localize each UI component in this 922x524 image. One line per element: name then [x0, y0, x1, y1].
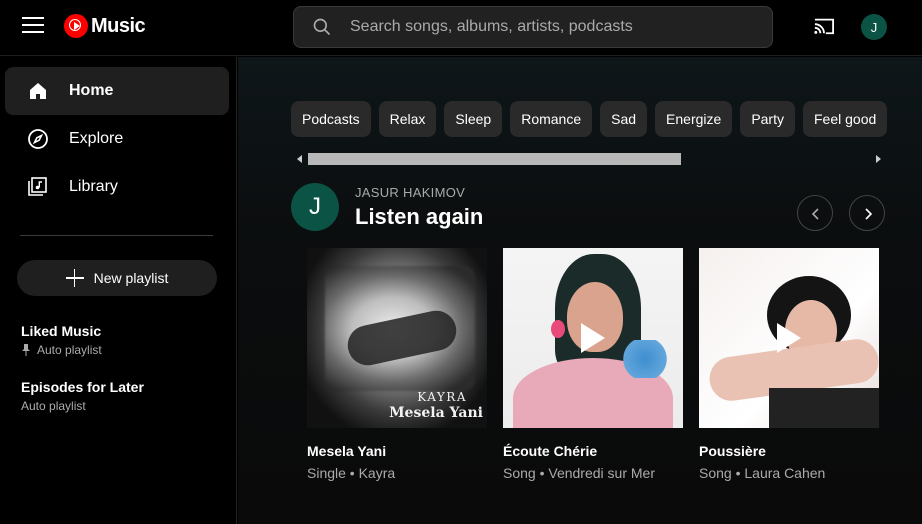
sidebar-item-label: Explore [69, 130, 124, 147]
play-icon[interactable] [777, 323, 801, 353]
sidebar-item-label: Home [69, 82, 114, 99]
album-art-shape [769, 388, 879, 428]
album-art-text: Mesela Yani [389, 405, 483, 421]
home-icon [30, 83, 46, 99]
album-art-text: KAYRA [417, 390, 467, 404]
card-subtitle: Song • Laura Cahen [699, 465, 826, 481]
new-playlist-label: New playlist [93, 270, 169, 286]
album-art-shape [621, 340, 669, 378]
menu-icon[interactable] [22, 17, 44, 37]
shelf-title[interactable]: Listen again [355, 204, 483, 230]
sidebar-divider [20, 235, 213, 236]
playlist-title: Episodes for Later [21, 379, 144, 395]
pin-icon [22, 344, 30, 356]
chip-romance[interactable]: Romance [510, 101, 593, 137]
search-box[interactable] [293, 6, 773, 48]
card-title[interactable]: Poussière [699, 443, 879, 459]
sidebar-item-home[interactable]: Home [5, 67, 229, 115]
card-title[interactable]: Écoute Chérie [503, 443, 683, 459]
youtube-music-logo-icon [64, 14, 88, 38]
card-subtitle: Song • Vendredi sur Mer [503, 465, 655, 481]
shelf-previous-button[interactable] [797, 195, 833, 231]
card-title[interactable]: Mesela Yani [307, 443, 487, 459]
play-icon[interactable] [581, 323, 605, 353]
chip-party[interactable]: Party [740, 101, 795, 137]
chip-sleep[interactable]: Sleep [444, 101, 503, 137]
card-subtitle: Single • Kayra [307, 465, 396, 481]
shelf-user-avatar[interactable]: J [291, 183, 339, 231]
album-art[interactable]: KAYRA Mesela Yani [307, 248, 487, 428]
new-playlist-button[interactable]: New playlist [17, 260, 217, 296]
playlist-subtitle-text: Auto playlist [37, 343, 102, 357]
account-avatar[interactable]: J [861, 14, 887, 40]
shelf-card[interactable]: Poussière Song • Laura Cahen [699, 248, 879, 481]
library-icon [28, 177, 47, 196]
chevron-left-icon [811, 208, 819, 220]
chips-scrollbar[interactable] [291, 151, 883, 167]
playlist-title: Liked Music [21, 323, 102, 339]
album-art[interactable] [699, 248, 879, 428]
chip-podcasts[interactable]: Podcasts [291, 101, 371, 137]
app-logo[interactable]: Music [64, 14, 146, 38]
chevron-right-icon [865, 208, 873, 220]
shelf-card[interactable]: Écoute Chérie Song • Vendredi sur Mer [503, 248, 683, 481]
album-art-shape [551, 320, 565, 338]
scrollbar-thumb[interactable] [308, 153, 681, 165]
sidebar: Home Explore Library New playlist Liked … [0, 57, 237, 524]
chip-sad[interactable]: Sad [600, 101, 648, 137]
chip-relax[interactable]: Relax [378, 101, 437, 137]
album-art[interactable] [503, 248, 683, 428]
compass-icon [28, 129, 48, 149]
playlist-item-episodes-for-later[interactable]: Episodes for Later Auto playlist [21, 379, 144, 413]
sidebar-item-explore[interactable]: Explore [5, 115, 229, 163]
shelf-card[interactable]: KAYRA Mesela Yani Mesela Yani Single • K… [307, 248, 487, 481]
playlist-item-liked-music[interactable]: Liked Music Auto playlist [21, 323, 102, 357]
playlist-subtitle: Auto playlist [21, 399, 144, 413]
playlist-subtitle-text: Auto playlist [21, 399, 86, 413]
top-bar: Music J [0, 0, 922, 56]
plus-icon [65, 269, 84, 287]
sidebar-item-label: Library [69, 178, 118, 195]
main-content: Podcasts Relax Sleep Romance Sad Energize Part… [238, 57, 922, 524]
chip-feel-good[interactable]: Feel good [803, 101, 888, 137]
chip-energize[interactable]: Energize [655, 101, 733, 137]
scroll-left-arrow-icon[interactable] [297, 155, 302, 163]
shelf-user-name: JASUR HAKIMOV [355, 185, 466, 200]
search-icon[interactable] [312, 17, 332, 37]
shelf-next-button[interactable] [849, 195, 885, 231]
mood-chips: Podcasts Relax Sleep Romance Sad Energize Part… [291, 101, 895, 137]
playlist-subtitle: Auto playlist [21, 343, 102, 357]
sidebar-item-library[interactable]: Library [5, 163, 229, 211]
scroll-right-arrow-icon[interactable] [876, 155, 881, 163]
app-logo-text: Music [91, 14, 146, 37]
cast-icon[interactable] [813, 16, 835, 36]
search-input[interactable] [350, 7, 760, 47]
